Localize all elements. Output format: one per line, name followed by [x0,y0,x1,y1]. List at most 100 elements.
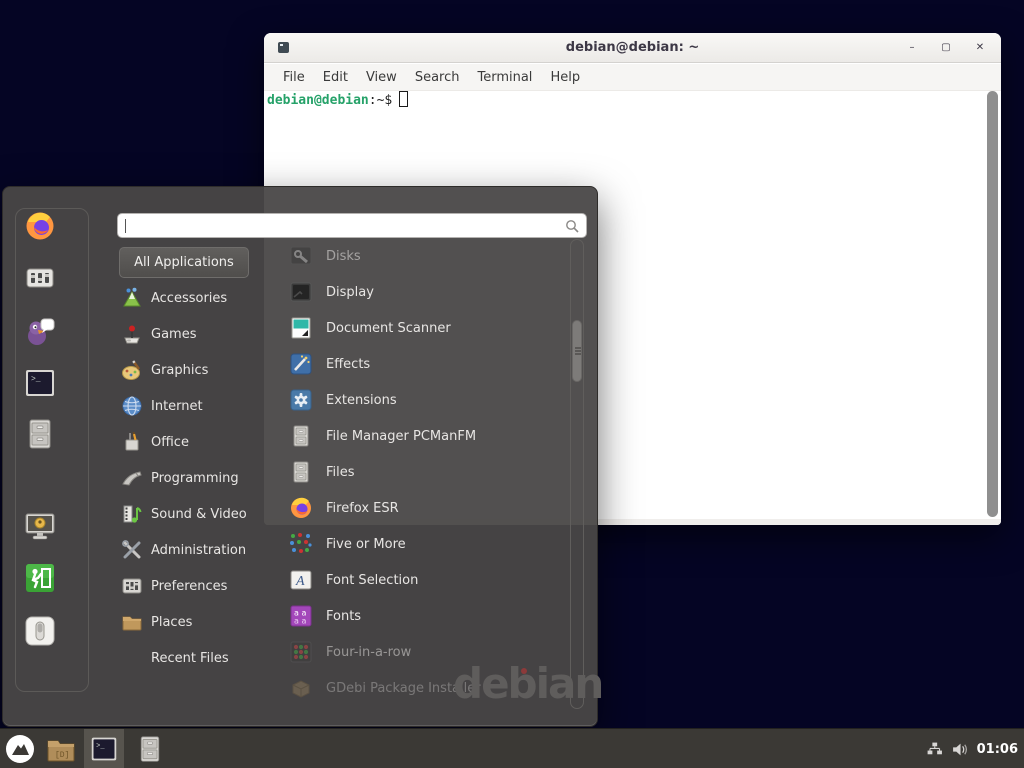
app-list-scrollbar[interactable] [570,239,584,709]
office-icon [121,431,143,453]
debian-watermark: debian [453,659,602,708]
internet-icon [121,395,143,417]
file-cabinet-icon [289,424,313,448]
app-item-display[interactable]: Display [289,274,565,310]
category-preferences[interactable]: Preferences [119,568,273,604]
app-list: Disks Display Document Scanner [289,238,565,706]
gdebi-icon [289,676,313,700]
search-input[interactable] [126,216,556,235]
category-places[interactable]: Places [119,604,273,640]
menu-edit[interactable]: Edit [314,70,357,85]
svg-text:>_: >_ [96,742,105,750]
files-task-button[interactable] [128,729,172,768]
document-scanner-icon [289,316,313,340]
app-item-firefox-esr[interactable]: Firefox ESR [289,490,565,526]
firefox-icon [289,496,313,520]
graphics-icon [121,359,143,381]
svg-text:>_: >_ [31,375,41,384]
file-cabinet-icon [136,734,164,764]
extensions-icon [289,388,313,412]
lock-screen-icon[interactable] [24,510,56,542]
sound-video-icon [121,503,143,525]
category-recent-files[interactable]: Recent Files [119,640,273,676]
app-item-document-scanner[interactable]: Document Scanner [289,310,565,346]
games-icon [121,323,143,345]
font-selection-icon: A [289,568,313,592]
maximize-button[interactable]: ▢ [939,33,953,63]
menu-button[interactable] [0,729,40,768]
programming-icon [121,467,143,489]
terminal-cursor [399,91,408,107]
menu-search[interactable]: Search [406,70,469,85]
shutdown-icon[interactable] [24,615,56,647]
administration-icon [121,539,143,561]
svg-text:a a: a a [294,617,306,626]
pidgin-icon[interactable] [24,316,56,348]
category-graphics[interactable]: Graphics [119,352,273,388]
four-in-a-row-icon [289,640,313,664]
terminal-launcher-icon[interactable]: >_ [24,367,56,399]
five-or-more-icon [289,532,313,556]
svg-text:[D]: [D] [55,751,69,760]
terminal-scrollbar-handle[interactable] [987,91,998,517]
app-list-scrollbar-handle[interactable] [572,320,582,382]
accessories-icon [121,287,143,309]
logout-icon[interactable] [24,562,56,594]
preferences-icon [121,575,143,597]
close-button[interactable]: ✕ [973,33,987,63]
menu-view[interactable]: View [357,70,406,85]
fonts-icon: a a a a [289,604,313,628]
effects-icon [289,352,313,376]
terminal-icon: >_ [90,735,118,763]
settings-icon[interactable] [24,262,56,294]
prompt-user-host: debian@debian [267,93,369,108]
category-internet[interactable]: Internet [119,388,273,424]
places-icon [121,611,143,633]
minimize-button[interactable]: – [905,33,919,63]
app-item-five-or-more[interactable]: Five or More [289,526,565,562]
category-accessories[interactable]: Accessories [119,280,273,316]
category-games[interactable]: Games [119,316,273,352]
category-administration[interactable]: Administration [119,532,273,568]
categories-list: All Applications Accessories [119,247,273,676]
window-title: debian@debian: ~ [264,40,1001,55]
category-sound-video[interactable]: Sound & Video [119,496,273,532]
category-all-applications[interactable]: All Applications [119,247,249,278]
prompt-path: :~$ [369,93,392,108]
terminal-titlebar[interactable]: debian@debian: ~ – ▢ ✕ [264,33,1001,63]
app-item-font-selection[interactable]: A Font Selection [289,562,565,598]
taskbar: [D] >_ [0,728,1024,768]
terminal-task-button[interactable]: >_ [84,729,124,768]
terminal-menubar: File Edit View Search Terminal Help [264,64,1001,91]
network-icon[interactable] [926,741,943,758]
display-icon [289,280,313,304]
category-office[interactable]: Office [119,424,273,460]
applications-menu: >_ [2,186,598,727]
app-item-disks[interactable]: Disks [289,238,565,274]
system-tray: 01:06 [926,729,1018,768]
file-manager-task-button[interactable]: [D] [40,729,82,768]
category-programming[interactable]: Programming [119,460,273,496]
app-item-extensions[interactable]: Extensions [289,382,565,418]
svg-text:A: A [295,574,305,589]
search-field[interactable] [117,213,587,238]
app-item-fonts[interactable]: a a a a Fonts [289,598,565,634]
disks-icon [289,244,313,268]
menu-terminal[interactable]: Terminal [468,70,541,85]
menu-file[interactable]: File [274,70,314,85]
menu-logo-icon [5,734,35,764]
search-icon [565,219,579,233]
app-item-file-manager-pcmanfm[interactable]: File Manager PCManFM [289,418,565,454]
app-item-effects[interactable]: Effects [289,346,565,382]
menu-help[interactable]: Help [541,70,589,85]
terminal-scrollbar[interactable] [986,90,999,518]
firefox-icon[interactable] [24,210,56,242]
recent-files-spacer [121,647,143,669]
debian-watermark-dot [521,668,527,674]
volume-icon[interactable] [951,741,969,758]
folder-icon: [D] [46,735,76,763]
clock[interactable]: 01:06 [977,742,1018,757]
app-item-files[interactable]: Files [289,454,565,490]
file-cabinet-icon [289,460,313,484]
files-launcher-icon[interactable] [24,418,56,450]
